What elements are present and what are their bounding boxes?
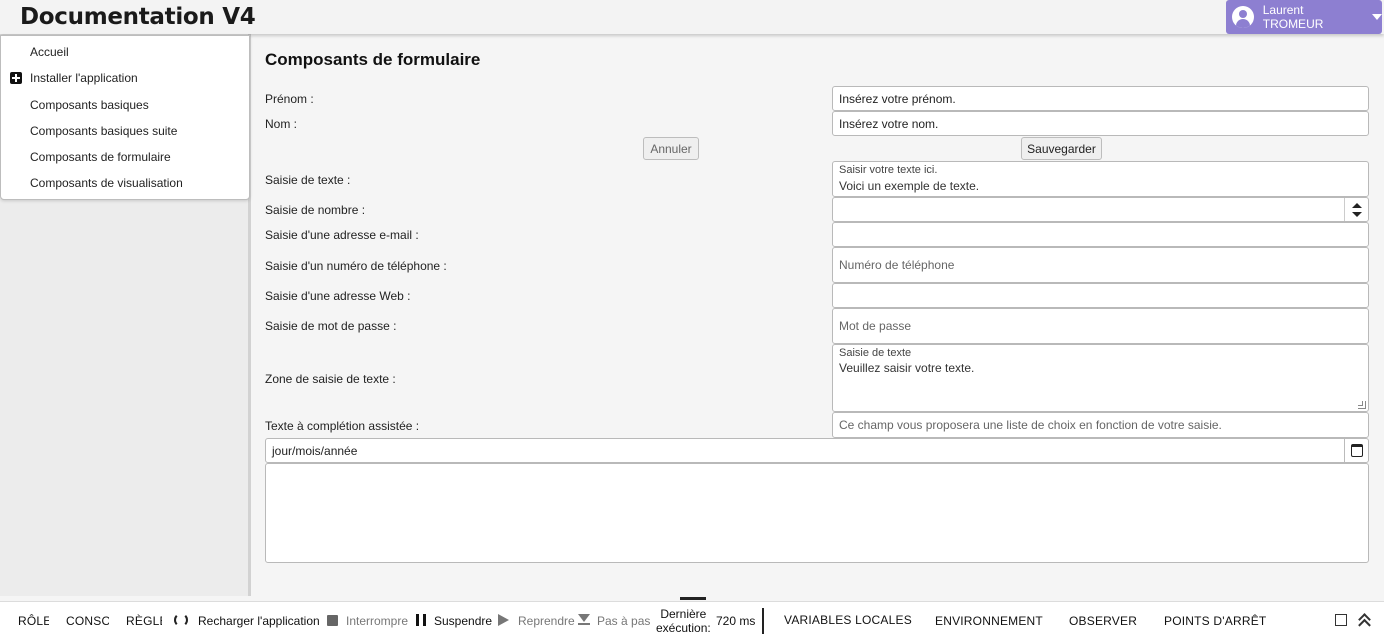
tab-local-variables[interactable]: VARIABLES LOCALES	[784, 613, 912, 627]
plus-square-icon[interactable]	[10, 72, 22, 84]
password-input[interactable]: Mot de passe	[832, 308, 1369, 344]
cancel-button[interactable]: Annuler	[643, 137, 699, 160]
reload-button[interactable]: Recharger l'application	[198, 614, 320, 628]
sidebar-item-installer[interactable]: Installer l'application	[30, 71, 138, 85]
dev-toolbar: RÔLES CONSOLE RÈGLES Recharger l'applica…	[0, 597, 1384, 638]
sidebar-item-composants-formulaire[interactable]: Composants de formulaire	[30, 150, 171, 164]
tab-environment[interactable]: ENVIRONNEMENT	[935, 614, 1043, 628]
step-button[interactable]: Pas à pas	[597, 614, 650, 628]
prenom-label: Prénom :	[265, 92, 314, 106]
app-header: Documentation V4 Laurent TROMEUR	[0, 0, 1384, 34]
pause-icon[interactable]	[416, 614, 426, 626]
page-title: Composants de formulaire	[265, 50, 481, 69]
url-input[interactable]	[832, 283, 1369, 308]
last-execution-value: 720 ms	[716, 614, 756, 628]
nom-label: Nom :	[265, 117, 298, 131]
textarea-floating-label: Saisie de texte	[839, 347, 912, 359]
text-input[interactable]: Saisir votre texte ici. Voici un exemple…	[832, 161, 1369, 197]
tab-observe[interactable]: OBSERVER	[1069, 614, 1137, 628]
number-input-label: Saisie de nombre :	[265, 203, 366, 217]
step-icon[interactable]	[578, 614, 590, 625]
last-exec-line2: exécution:	[656, 621, 711, 635]
email-input[interactable]	[832, 222, 1369, 247]
autocomplete-input[interactable]: Ce champ vous proposera une liste de cho…	[832, 412, 1369, 438]
sidebar-item-composants-basiques[interactable]: Composants basiques	[30, 98, 149, 112]
drag-handle[interactable]	[680, 597, 706, 600]
calendar-icon	[1351, 444, 1363, 457]
resize-grip-icon[interactable]	[1358, 401, 1366, 409]
inspect-cursor-icon[interactable]	[1335, 614, 1347, 626]
date-input-value: jour/mois/année	[272, 444, 358, 458]
password-input-label: Saisie de mot de passe :	[265, 319, 397, 333]
prenom-input[interactable]: Insérez votre prénom.	[832, 86, 1369, 111]
user-menu-button[interactable]: Laurent TROMEUR	[1226, 0, 1382, 34]
sidebar-item-composants-basiques-suite[interactable]: Composants basiques suite	[30, 124, 177, 138]
url-input-label: Saisie d'une adresse Web :	[265, 289, 411, 303]
textarea-input[interactable]: Saisie de texte Veuillez saisir votre te…	[832, 344, 1369, 412]
chevron-down-icon[interactable]	[1352, 212, 1362, 217]
text-input-value: Voici un exemple de texte.	[839, 179, 980, 193]
reload-icon[interactable]	[174, 613, 188, 627]
sidebar-item-composants-visualisation[interactable]: Composants de visualisation	[30, 176, 183, 190]
calendar-button[interactable]	[1344, 439, 1368, 462]
chevron-up-icon[interactable]	[1352, 203, 1362, 208]
text-input-label: Saisie de texte :	[265, 173, 351, 187]
text-input-floating-label: Saisir votre texte ici.	[839, 164, 938, 176]
email-input-label: Saisie d'une adresse e-mail :	[265, 228, 419, 242]
editor-area[interactable]	[265, 463, 1369, 563]
double-chevron-up-icon[interactable]	[1358, 613, 1371, 626]
last-exec-line1: Dernière	[660, 607, 707, 621]
stop-icon[interactable]	[327, 615, 338, 626]
autocomplete-label: Texte à complétion assistée :	[265, 419, 420, 433]
caret-down-icon	[1372, 14, 1382, 20]
textarea-label: Zone de saisie de texte :	[265, 372, 396, 386]
nom-input[interactable]: Insérez votre nom.	[832, 111, 1369, 136]
toolbar-divider[interactable]	[762, 608, 764, 634]
user-name: Laurent TROMEUR	[1262, 3, 1324, 31]
tab-breakpoints[interactable]: POINTS D'ARRÊT	[1164, 614, 1266, 628]
suspend-button[interactable]: Suspendre	[434, 614, 492, 628]
date-input[interactable]: jour/mois/année	[265, 438, 1369, 463]
play-icon[interactable]	[498, 614, 509, 626]
number-stepper[interactable]	[1344, 198, 1368, 221]
number-input[interactable]	[832, 197, 1369, 222]
sidebar-item-accueil[interactable]: Accueil	[30, 45, 69, 59]
tab-rules[interactable]: RÈGLES	[126, 614, 162, 628]
textarea-value: Veuillez saisir votre texte.	[839, 361, 975, 375]
phone-input-label: Saisie d'un numéro de téléphone :	[265, 259, 447, 273]
main-content: Composants de formulaire Prénom : Insére…	[254, 34, 1384, 596]
tab-roles[interactable]: RÔLES	[18, 614, 49, 628]
resume-button[interactable]: Reprendre	[518, 614, 575, 628]
interrupt-button[interactable]: Interrompre	[346, 614, 408, 628]
last-execution-label: Dernière exécution:	[656, 607, 711, 635]
app-title: Documentation V4	[20, 4, 256, 30]
nav-menu: Accueil Installer l'application Composan…	[0, 35, 250, 200]
save-button[interactable]: Sauvegarder	[1021, 137, 1102, 160]
user-avatar-icon	[1232, 6, 1254, 28]
tab-console[interactable]: CONSOLE	[66, 614, 109, 628]
phone-input[interactable]: Numéro de téléphone	[832, 247, 1369, 283]
